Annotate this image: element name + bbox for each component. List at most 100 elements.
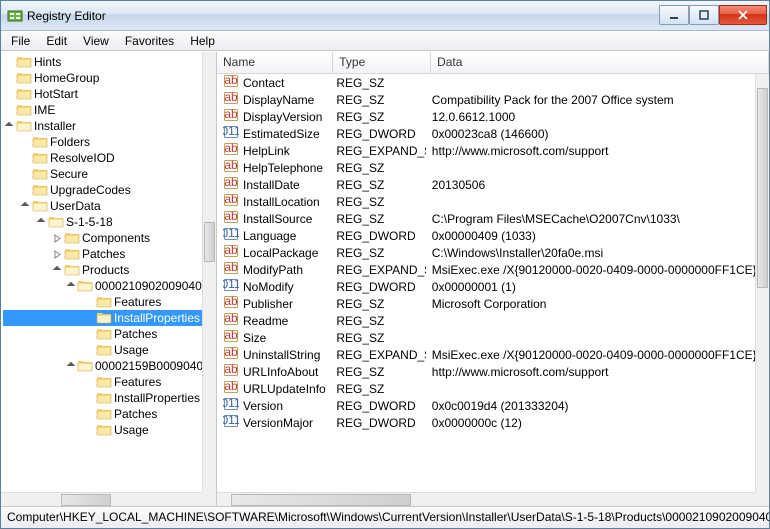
value-type: REG_SZ bbox=[336, 246, 384, 260]
value-data: 0x00000001 (1) bbox=[432, 280, 516, 294]
value-row[interactable]: ab Contact REG_SZ bbox=[217, 74, 755, 91]
value-row[interactable]: ab HelpTelephone REG_SZ bbox=[217, 159, 755, 176]
tree-node[interactable]: ResolveIOD bbox=[3, 150, 202, 166]
value-data: MsiExec.exe /X{90120000-0020-0409-0000-0… bbox=[432, 263, 755, 277]
tree-node[interactable]: 00002109020090400000000000F01FEC bbox=[3, 278, 202, 294]
menu-edit[interactable]: Edit bbox=[38, 32, 75, 50]
tree-node[interactable]: Patches bbox=[3, 246, 202, 262]
titlebar[interactable]: Registry Editor bbox=[1, 1, 769, 31]
folder-icon bbox=[64, 262, 82, 279]
tree-node-label: 00002159B00090400000000000F01FEC bbox=[95, 359, 202, 373]
expand-toggle-icon[interactable] bbox=[67, 280, 76, 292]
minimize-button[interactable] bbox=[659, 5, 689, 25]
column-header-data[interactable]: Data bbox=[431, 52, 769, 73]
tree-node[interactable]: IME bbox=[3, 102, 202, 118]
menu-file[interactable]: File bbox=[3, 32, 38, 50]
value-row[interactable]: ab URLInfoAbout REG_SZ http://www.micros… bbox=[217, 363, 755, 380]
tree-node-label: InstallProperties bbox=[114, 311, 200, 325]
value-type: REG_DWORD bbox=[336, 399, 415, 413]
tree-horizontal-scrollbar[interactable] bbox=[1, 492, 202, 506]
tree-node[interactable]: UserData bbox=[3, 198, 202, 214]
tree-node[interactable]: InstallProperties bbox=[3, 390, 202, 406]
value-row[interactable]: 011 EstimatedSize REG_DWORD 0x00023ca8 (… bbox=[217, 125, 755, 142]
svg-text:ab: ab bbox=[224, 90, 238, 104]
tree-node[interactable]: Usage bbox=[3, 342, 202, 358]
tree-node-label: Patches bbox=[114, 327, 157, 341]
tree-node[interactable]: Products bbox=[3, 262, 202, 278]
folder-icon bbox=[96, 406, 114, 423]
values-list[interactable]: ab Contact REG_SZ ab DisplayName REG_SZ … bbox=[217, 74, 755, 492]
folder-icon bbox=[96, 390, 114, 407]
registry-tree[interactable]: Hints HomeGroup HotStart IME Installer F… bbox=[1, 52, 202, 492]
value-row[interactable]: ab InstallDate REG_SZ 20130506 bbox=[217, 176, 755, 193]
value-row[interactable]: ab UninstallString REG_EXPAND_SZ MsiExec… bbox=[217, 346, 755, 363]
value-row[interactable]: ab Publisher REG_SZ Microsoft Corporatio… bbox=[217, 295, 755, 312]
value-data: 20130506 bbox=[432, 178, 485, 192]
value-name: InstallDate bbox=[243, 178, 300, 192]
tree-node-label: HotStart bbox=[34, 87, 78, 101]
tree-node[interactable]: Patches bbox=[3, 406, 202, 422]
value-name: HelpLink bbox=[243, 144, 290, 158]
expand-toggle-icon[interactable] bbox=[35, 216, 47, 228]
tree-node[interactable]: Secure bbox=[3, 166, 202, 182]
list-vertical-scrollbar[interactable] bbox=[755, 74, 769, 492]
list-horizontal-scrollbar[interactable] bbox=[217, 492, 755, 506]
tree-node[interactable]: Hints bbox=[3, 54, 202, 70]
expand-toggle-icon[interactable] bbox=[19, 200, 31, 212]
value-name: NoModify bbox=[243, 280, 294, 294]
folder-icon bbox=[48, 214, 66, 231]
tree-node[interactable]: Folders bbox=[3, 134, 202, 150]
expand-toggle-icon[interactable] bbox=[3, 120, 15, 132]
tree-vertical-scrollbar[interactable] bbox=[202, 52, 216, 492]
value-row[interactable]: ab Readme REG_SZ bbox=[217, 312, 755, 329]
menu-favorites[interactable]: Favorites bbox=[117, 32, 182, 50]
expand-toggle-icon[interactable] bbox=[51, 232, 63, 244]
menu-view[interactable]: View bbox=[75, 32, 117, 50]
value-row[interactable]: ab DisplayName REG_SZ Compatibility Pack… bbox=[217, 91, 755, 108]
tree-node[interactable]: HotStart bbox=[3, 86, 202, 102]
value-row[interactable]: ab LocalPackage REG_SZ C:\Windows\Instal… bbox=[217, 244, 755, 261]
close-button[interactable] bbox=[719, 5, 767, 25]
column-header-type[interactable]: Type bbox=[333, 52, 431, 73]
tree-node-label: Usage bbox=[114, 423, 149, 437]
value-type: REG_SZ bbox=[336, 161, 384, 175]
tree-node[interactable]: Patches bbox=[3, 326, 202, 342]
value-row[interactable]: ab Size REG_SZ bbox=[217, 329, 755, 346]
value-row[interactable]: ab URLUpdateInfo REG_SZ bbox=[217, 380, 755, 397]
value-row[interactable]: ab ModifyPath REG_EXPAND_SZ MsiExec.exe … bbox=[217, 261, 755, 278]
value-row[interactable]: ab DisplayVersion REG_SZ 12.0.6612.1000 bbox=[217, 108, 755, 125]
value-row[interactable]: 011 Version REG_DWORD 0x0c0019d4 (201333… bbox=[217, 397, 755, 414]
maximize-button[interactable] bbox=[689, 5, 719, 25]
value-row[interactable]: ab HelpLink REG_EXPAND_SZ http://www.mic… bbox=[217, 142, 755, 159]
value-name: Size bbox=[243, 331, 266, 345]
expand-toggle-icon[interactable] bbox=[51, 248, 63, 260]
expand-toggle-icon[interactable] bbox=[67, 360, 76, 372]
value-name: Version bbox=[243, 399, 283, 413]
value-row[interactable]: ab InstallLocation REG_SZ bbox=[217, 193, 755, 210]
tree-node[interactable]: S-1-5-18 bbox=[3, 214, 202, 230]
menu-help[interactable]: Help bbox=[182, 32, 223, 50]
tree-node[interactable]: Features bbox=[3, 294, 202, 310]
value-type: REG_DWORD bbox=[336, 127, 415, 141]
tree-node[interactable]: Features bbox=[3, 374, 202, 390]
value-type: REG_SZ bbox=[336, 93, 384, 107]
value-row[interactable]: 011 Language REG_DWORD 0x00000409 (1033) bbox=[217, 227, 755, 244]
tree-node[interactable]: Components bbox=[3, 230, 202, 246]
folder-icon bbox=[77, 358, 95, 375]
tree-node[interactable]: 00002159B00090400000000000F01FEC bbox=[3, 358, 202, 374]
value-row[interactable]: ab InstallSource REG_SZ C:\Program Files… bbox=[217, 210, 755, 227]
svg-text:011: 011 bbox=[223, 124, 239, 138]
tree-node[interactable]: HomeGroup bbox=[3, 70, 202, 86]
column-header-name[interactable]: Name bbox=[217, 52, 333, 73]
tree-node[interactable]: UpgradeCodes bbox=[3, 182, 202, 198]
tree-node[interactable]: InstallProperties bbox=[3, 310, 202, 326]
value-row[interactable]: 011 VersionMajor REG_DWORD 0x0000000c (1… bbox=[217, 414, 755, 431]
value-name: Contact bbox=[243, 76, 284, 90]
value-row[interactable]: 011 NoModify REG_DWORD 0x00000001 (1) bbox=[217, 278, 755, 295]
value-data: 0x00000409 (1033) bbox=[432, 229, 536, 243]
value-type: REG_EXPAND_SZ bbox=[336, 348, 425, 362]
tree-node[interactable]: Usage bbox=[3, 422, 202, 438]
tree-node[interactable]: Installer bbox=[3, 118, 202, 134]
expand-toggle-icon[interactable] bbox=[51, 264, 63, 276]
svg-text:ab: ab bbox=[224, 243, 238, 257]
